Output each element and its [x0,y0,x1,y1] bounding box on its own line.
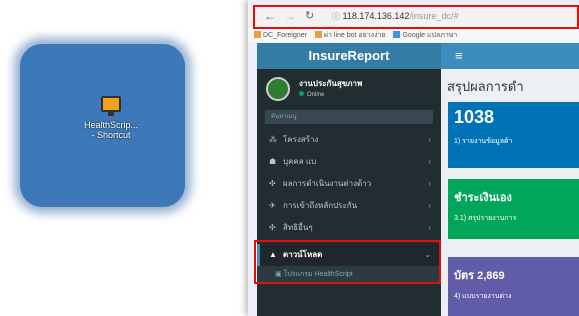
download-highlight [254,240,441,284]
chevron-left-icon: ‹ [428,135,431,144]
chart-icon: ✣ [269,179,276,188]
chevron-left-icon: ‹ [428,179,431,188]
avatar [266,77,290,101]
bookmark-icon [254,31,261,38]
stat-number: บัตร 2,869 [454,270,505,282]
chevron-left-icon: ‹ [428,201,431,210]
online-dot-icon [299,91,304,96]
bookmark-icon [393,31,401,38]
top-navbar: ≡ [441,43,579,69]
monitor-icon[interactable] [101,96,121,116]
stat-desc: 3.1) สรุปรายงานการ [454,215,517,222]
stat-number: 1038 [454,107,495,127]
stat-box-blue[interactable]: 1038 1) รายงานข้อมูลด้า [448,102,579,168]
id-card-icon: ✣ [269,223,276,232]
shortcut-label: HealthScrip... - Shortcut [83,120,139,140]
sitemap-icon: ⁂ [269,135,277,144]
stat-desc: 1) รายงานข้อมูลด้า [454,138,513,145]
money-icon: ✈ [269,201,276,210]
menu-item-persons[interactable]: ☗ บุคคล แบ ‹ [257,151,441,173]
healthscript-shortcut[interactable]: HealthScrip... - Shortcut [66,96,156,140]
app-logo[interactable]: InsureReport [257,43,441,69]
menu-item-coverage-access[interactable]: ✈ การเข้าถึงหลักประกัน ‹ [257,195,441,217]
user-name: งานประกันสุขภาพ [299,79,363,88]
menu-item-structure[interactable]: ⁂ โครงสร้าง ‹ [257,129,441,151]
menu-item-foreigner-results[interactable]: ✣ ผลการดำเนินงานต่างด้าว ‹ [257,173,441,195]
stat-desc: 4) แบบรายงานต่าง [454,293,512,300]
user-status: Online [299,91,324,98]
bookmark-item[interactable]: Google แปลภาษา [393,31,457,39]
users-icon: ☗ [269,157,277,166]
chevron-left-icon: ‹ [428,223,431,232]
page-title: สรุปผลการดำ [447,79,524,94]
chevron-left-icon: ‹ [428,157,431,166]
sidebar-toggle-icon[interactable]: ≡ [455,48,463,63]
stat-number: ชำระเงินเอง [454,192,512,204]
menu-item-other-rights[interactable]: ✣ สิทธิอื่นๆ ‹ [257,217,441,239]
stat-box-purple[interactable]: บัตร 2,869 4) แบบรายงานต่าง [448,257,579,316]
url-highlight [253,5,579,29]
bookmark-item[interactable]: DC_Foreigner [254,31,307,39]
browser-window: ← → ↻ ⓘ 118.174.136.142/insure_dc/# DC_F… [248,0,579,316]
user-panel: งานประกันสุขภาพ Online [257,69,441,109]
bookmarks-bar: DC_Foreigner ผ่า line bot อย่างง่าย Goog… [248,29,579,42]
sidebar-search-input[interactable]: ค้นหาเมนู [265,110,433,124]
bookmark-item[interactable]: ผ่า line bot อย่างง่าย [314,31,386,39]
bookmark-icon [314,31,322,38]
stat-box-green[interactable]: ชำระเงินเอง 3.1) สรุปรายงานการ [448,179,579,239]
main-content: สรุปผลการดำ 1038 1) รายงานข้อมูลด้า ชำระ… [441,69,579,316]
